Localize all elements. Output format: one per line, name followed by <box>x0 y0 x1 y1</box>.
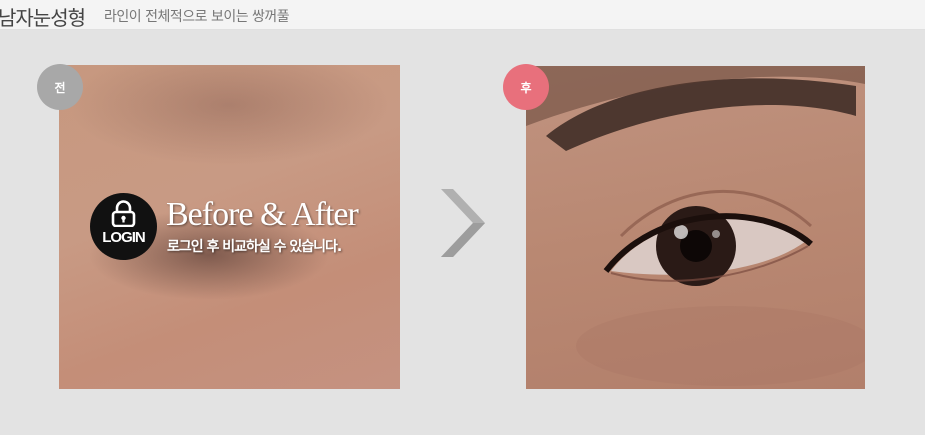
page-subtitle: 라인이 전체적으로 보이는 쌍꺼풀 <box>104 9 290 25</box>
page-header: 남자눈성형 라인이 전체적으로 보이는 쌍꺼풀 <box>0 0 925 30</box>
login-instruction: 로그인 후 비교하실 수 있습니다. <box>167 239 342 255</box>
eye-illustration <box>526 66 865 386</box>
before-after-title: Before & After <box>166 196 359 233</box>
login-button[interactable]: LOGIN <box>90 193 157 260</box>
login-label: LOGIN <box>102 229 146 246</box>
lock-icon <box>111 200 136 227</box>
after-photo <box>526 66 865 389</box>
chevron-right-icon <box>441 189 485 257</box>
page-title: 남자눈성형 <box>0 6 86 30</box>
before-badge: 전 <box>37 64 83 110</box>
after-badge: 후 <box>503 64 549 110</box>
